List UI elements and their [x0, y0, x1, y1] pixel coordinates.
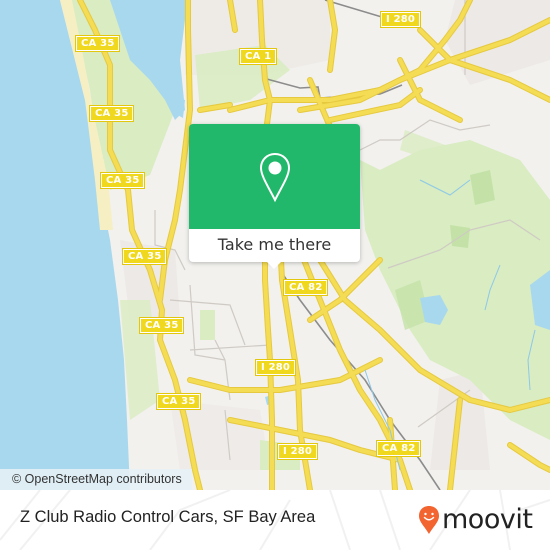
road-shield-ca35: CA 35	[121, 248, 168, 265]
map-attribution[interactable]: © OpenStreetMap contributors	[0, 469, 192, 490]
moovit-logo[interactable]: moovit	[418, 502, 533, 538]
road-shield-ca35: CA 35	[99, 172, 146, 189]
road-shield-i280: I 280	[254, 359, 297, 376]
road-shield-ca35: CA 35	[74, 35, 121, 52]
road-shield-ca82: CA 82	[282, 279, 329, 296]
map-view[interactable]: CA 35 CA 35 CA 35 CA 35 CA 35 CA 35 CA 1…	[0, 0, 550, 490]
road-shield-ca35: CA 35	[155, 393, 202, 410]
popup-pointer	[267, 262, 281, 269]
road-shield-i280: I 280	[276, 443, 319, 460]
destination-popup[interactable]: Take me there	[189, 124, 360, 269]
footer-bar: Z Club Radio Control Cars, SF Bay Area m…	[0, 490, 550, 550]
place-name: Z Club Radio Control Cars, SF Bay Area	[20, 508, 316, 526]
road-shield-ca82: CA 82	[375, 440, 422, 457]
moovit-smile-pin-icon	[419, 506, 439, 534]
road-shield-ca35: CA 35	[88, 105, 135, 122]
road-shield-ca35: CA 35	[138, 317, 185, 334]
brand-name: moovit	[442, 504, 533, 535]
road-shield-i280: I 280	[379, 11, 422, 28]
popup-header[interactable]	[189, 124, 360, 229]
road-shield-ca1: CA 1	[238, 48, 278, 65]
take-me-there-button[interactable]: Take me there	[189, 229, 360, 262]
map-pin-icon	[259, 152, 291, 203]
